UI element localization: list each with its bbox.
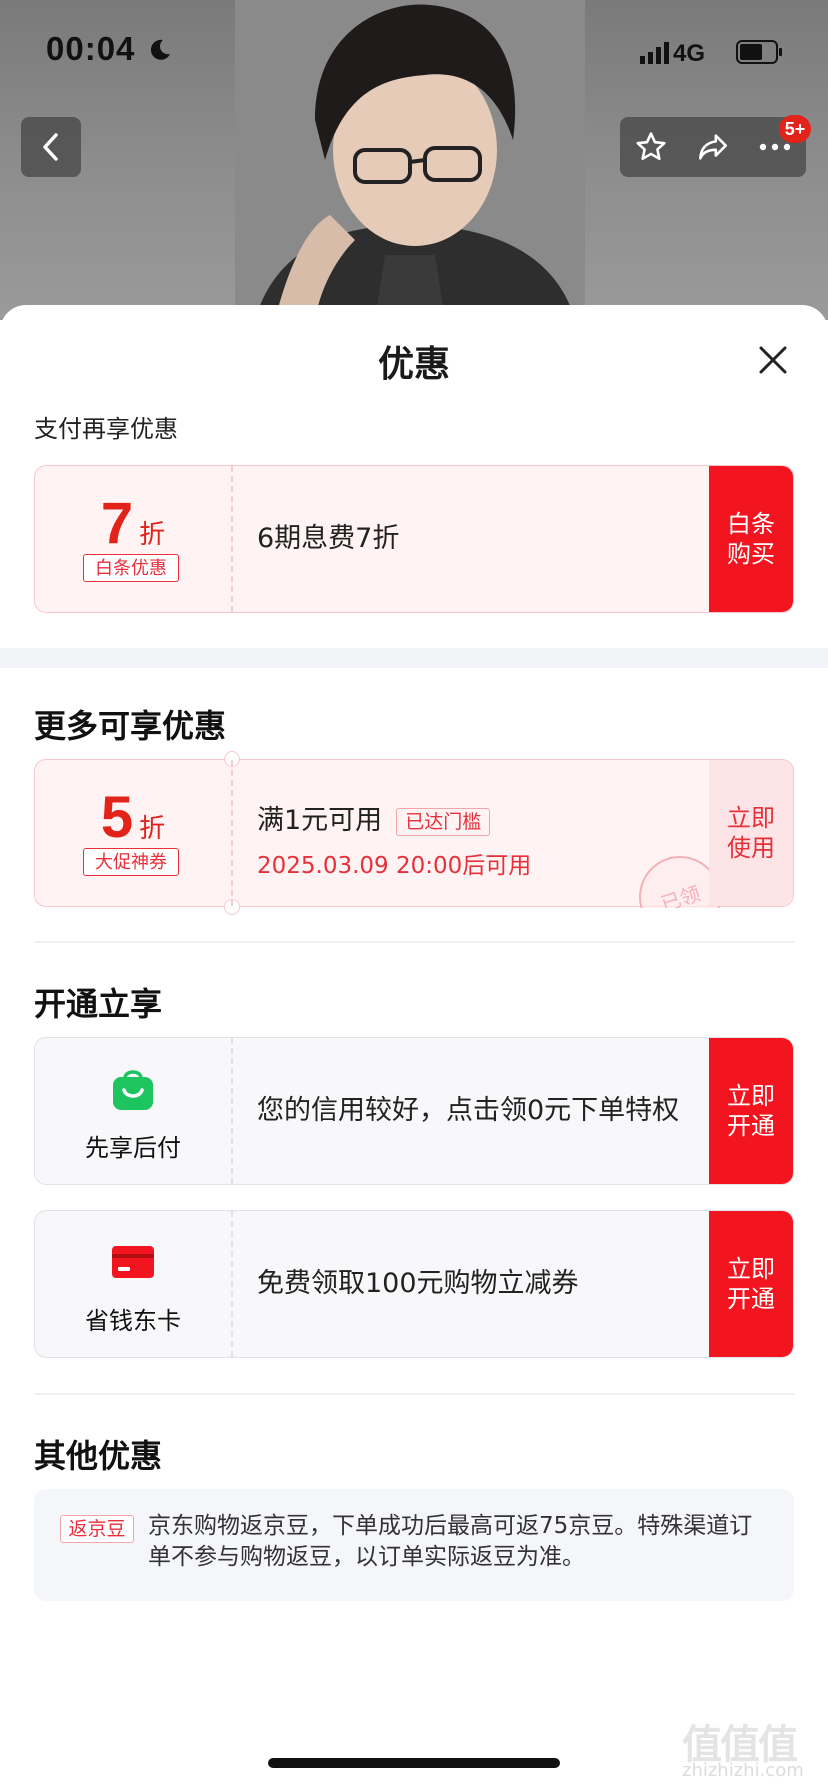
baitiao-coupon-card: 7折 白条优惠 6期息费7折 白条购买 <box>34 465 794 613</box>
discount-sheet: 优惠 支付再享优惠 7折 白条优惠 6期息费7折 白条购买 更多可享优惠 5折 … <box>0 305 828 1792</box>
more-icon <box>759 143 791 151</box>
notification-badge: 5+ <box>779 115 811 143</box>
coupon-tag: 白条优惠 <box>83 554 179 582</box>
baitiao-buy-button[interactable]: 白条购买 <box>709 466 793 612</box>
service-body: 您的信用较好，点击领0元下单特权 <box>257 1038 699 1184</box>
jingdou-tag: 返京豆 <box>60 1515 134 1543</box>
service-left: 先享后付 <box>35 1038 233 1184</box>
action-label: 白条购买 <box>727 510 775 568</box>
coupon-body: 6期息费7折 <box>257 466 699 612</box>
share-button[interactable] <box>686 120 740 174</box>
divider <box>34 941 794 943</box>
shopping-bag-icon <box>113 1070 153 1110</box>
share-icon <box>698 134 728 160</box>
activate-pay-later-button[interactable]: 立即开通 <box>709 1038 793 1184</box>
credit-card-icon <box>112 1246 154 1278</box>
home-indicator <box>268 1758 560 1768</box>
service-label: 省钱东卡 <box>85 1307 181 1335</box>
coupon-description: 6期息费7折 <box>257 523 400 554</box>
discount-unit: 折 <box>139 520 166 550</box>
jingdou-rebate-text: 京东购物返京豆，下单成功后最高可返75京豆。特殊渠道订单不参与购物返豆，以订单实… <box>148 1513 753 1570</box>
status-time: 00:04 <box>46 30 136 67</box>
star-icon <box>636 132 666 161</box>
chevron-left-icon <box>43 133 58 161</box>
use-now-button[interactable]: 立即使用 <box>709 760 793 906</box>
service-left: 省钱东卡 <box>35 1211 233 1357</box>
activate-saving-card-button[interactable]: 立即开通 <box>709 1211 793 1357</box>
pay-section-title: 支付再享优惠 <box>34 415 178 443</box>
back-button[interactable] <box>21 117 81 177</box>
more-section-title: 更多可享优惠 <box>34 707 227 745</box>
action-label: 立即开通 <box>727 1255 775 1313</box>
service-body: 免费领取100元购物立减券 <box>257 1211 699 1357</box>
close-icon[interactable] <box>754 341 792 379</box>
action-label: 立即开通 <box>727 1082 775 1140</box>
section-separator <box>0 648 828 668</box>
battery-icon <box>736 40 782 64</box>
divider <box>34 1393 794 1395</box>
favorite-button[interactable] <box>624 120 678 174</box>
stamp-clip: 已领 <box>35 760 795 908</box>
service-label: 先享后付 <box>85 1134 181 1162</box>
signal-icon <box>640 42 669 64</box>
service-description: 您的信用较好，点击领0元下单特权 <box>257 1095 680 1126</box>
moon-icon <box>150 39 170 60</box>
action-label: 立即使用 <box>727 804 775 862</box>
watermark-site: zhizhizhi.com <box>682 1760 804 1781</box>
saving-card-card: 省钱东卡 免费领取100元购物立减券 立即开通 <box>34 1210 794 1358</box>
nav-tools <box>620 117 806 177</box>
discount-value: 7折 <box>35 490 231 557</box>
network-type: 4G <box>673 40 706 67</box>
open-section-title: 开通立享 <box>34 985 163 1023</box>
pay-later-card: 先享后付 您的信用较好，点击领0元下单特权 立即开通 <box>34 1037 794 1185</box>
jingdou-rebate-box: 返京豆 京东购物返京豆，下单成功后最高可返75京豆。特殊渠道订单不参与购物返豆，… <box>34 1489 794 1601</box>
other-section-title: 其他优惠 <box>34 1437 163 1475</box>
coupon-left: 7折 白条优惠 <box>35 466 233 612</box>
service-description: 免费领取100元购物立减券 <box>257 1268 579 1299</box>
promo-coupon-card: 5折 大促神券 满1元可用 已达门槛 2025.03.09 20:00后可用 已领… <box>34 751 795 915</box>
status-bar: 00:04 4G <box>0 0 828 104</box>
discount-number: 7 <box>100 491 134 556</box>
sheet-title: 优惠 <box>377 344 450 385</box>
